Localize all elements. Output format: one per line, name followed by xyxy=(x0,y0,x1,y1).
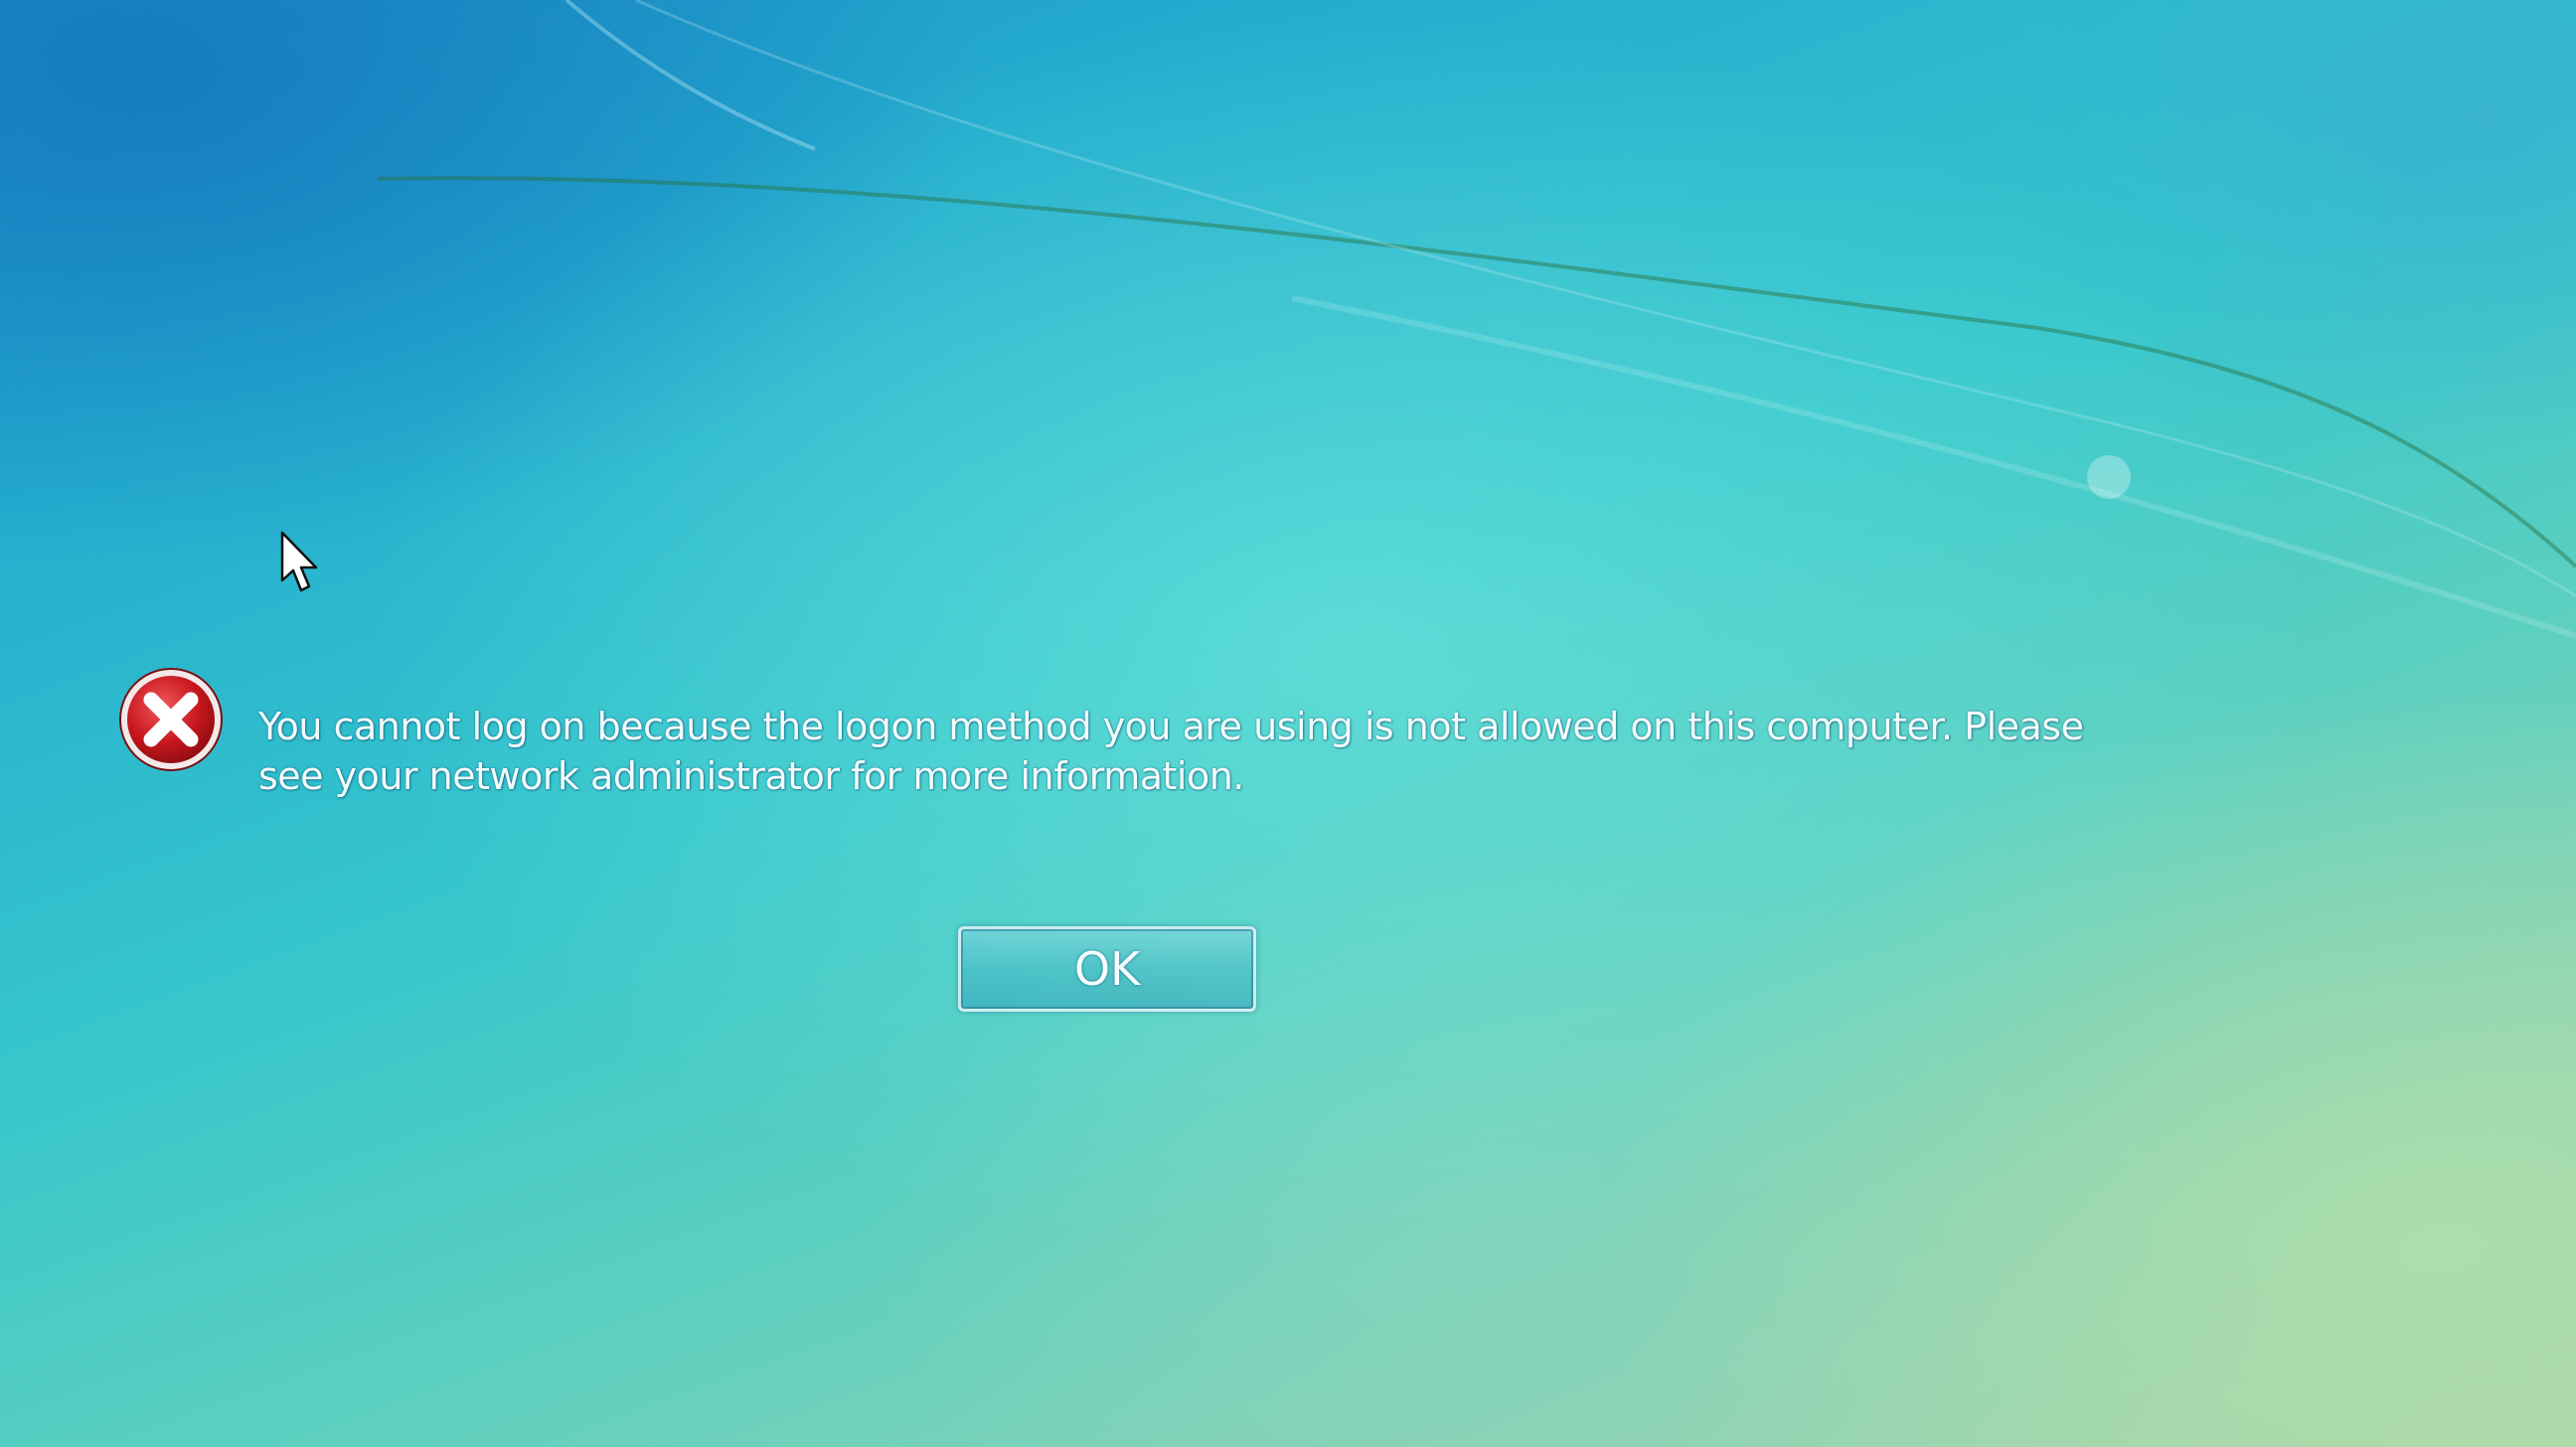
error-icon xyxy=(119,668,223,771)
mouse-cursor-icon xyxy=(280,531,318,592)
ok-button[interactable]: OK xyxy=(958,926,1256,1012)
error-message: You cannot log on because the logon meth… xyxy=(258,705,2084,798)
logon-error-dialog: You cannot log on because the logon meth… xyxy=(117,666,2105,1024)
